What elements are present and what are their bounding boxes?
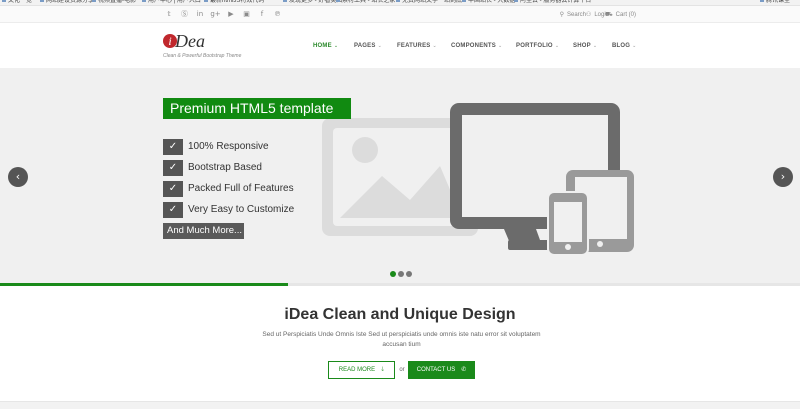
section-title: iDea Clean and Unique Design bbox=[284, 306, 516, 323]
phone-icon bbox=[547, 191, 589, 256]
chevron-down-icon: ⌄ bbox=[592, 43, 598, 49]
pinterest-icon[interactable]: ℗ bbox=[272, 9, 284, 20]
slide-dot[interactable] bbox=[398, 271, 404, 277]
nav-item-shop[interactable]: SHOP ⌄ bbox=[573, 41, 597, 51]
prev-slide-button[interactable]: ‹ bbox=[8, 167, 28, 187]
section-text: Sed ut Perspiciatis Unde Omnis Iste Sed … bbox=[262, 331, 541, 348]
check-icon: ✓ bbox=[163, 181, 183, 197]
check-icon: ✓ bbox=[163, 160, 183, 176]
contact-label: CONTACT US bbox=[416, 367, 456, 373]
slider-progress-fill bbox=[0, 283, 288, 286]
next-section-edge bbox=[0, 401, 800, 409]
next-slide-button[interactable]: › bbox=[773, 167, 793, 187]
nav-label: SHOP bbox=[573, 43, 591, 49]
devices-illustration bbox=[322, 103, 634, 256]
site-header: i Dea Clean & Powerful Bootstrap Theme H… bbox=[0, 23, 800, 68]
feature-label: 100% Responsive bbox=[188, 141, 269, 152]
check-icon: ✓ bbox=[163, 202, 183, 218]
nav-item-blog[interactable]: BLOG ⌄ bbox=[612, 41, 637, 51]
slide-dot[interactable] bbox=[406, 271, 412, 277]
skype-icon[interactable]: Ⓢ bbox=[179, 9, 191, 20]
bookmark-item[interactable]: 中国站长 - 大数据 bbox=[462, 0, 515, 5]
chevron-down-icon: ⌄ bbox=[333, 43, 339, 49]
search-icon: ⚲ bbox=[559, 11, 564, 18]
nav-label: HOME bbox=[313, 43, 332, 49]
cart-link[interactable]: ⛟ Cart (0) bbox=[605, 9, 636, 21]
read-more-button[interactable]: READ MORE 🡓 bbox=[328, 361, 395, 379]
bookmark-item[interactable]: 腾讯课堂 bbox=[760, 0, 790, 5]
read-more-label: READ MORE bbox=[338, 367, 376, 373]
bookmark-item[interactable]: 发现更多 - 好看美图 bbox=[283, 0, 342, 5]
nav-item-features[interactable]: FEATURES ⌄ bbox=[397, 41, 437, 51]
linkedin-icon[interactable]: in bbox=[194, 9, 206, 20]
bookmark-item[interactable]: 文化一览 bbox=[2, 0, 32, 5]
nav-label: PAGES bbox=[354, 43, 376, 49]
logo-tagline: Clean & Powerful Bootstrap Theme bbox=[163, 53, 242, 59]
flickr-icon[interactable]: ▣ bbox=[241, 9, 253, 20]
top-bar: 𝕥 Ⓢin g+ ▶ ▣ f ℗ ⚲ Search ⚇ Login ⛟ Cart (0) bbox=[0, 6, 800, 23]
chevron-down-icon: ⌄ bbox=[554, 43, 560, 49]
contact-us-button[interactable]: CONTACT US ✆ bbox=[408, 361, 475, 379]
slide-dot[interactable] bbox=[390, 271, 396, 277]
or-label: or bbox=[399, 367, 405, 373]
check-icon: ✓ bbox=[163, 139, 183, 155]
nav-item-pages[interactable]: PAGES ⌄ bbox=[354, 41, 382, 51]
nav-label: FEATURES bbox=[397, 43, 431, 49]
search-label: Search bbox=[566, 12, 586, 18]
site-logo[interactable]: i Dea Clean & Powerful Bootstrap Theme bbox=[163, 31, 253, 62]
nav-label: COMPONENTS bbox=[451, 43, 497, 49]
chevron-down-icon: ⌄ bbox=[377, 43, 382, 49]
feature-label: Packed Full of Features bbox=[188, 183, 294, 194]
twitter-icon[interactable]: 𝕥 bbox=[163, 9, 175, 20]
bookmark-item[interactable]: 最新htmlJS特效代码 bbox=[204, 0, 264, 5]
google-plus-icon[interactable]: g+ bbox=[210, 9, 222, 20]
feature-label: Bootstrap Based bbox=[188, 162, 262, 173]
nav-label: BLOG bbox=[612, 43, 631, 49]
feature-label: Very Easy to Customize bbox=[188, 204, 295, 215]
slider-progress-bar bbox=[0, 283, 800, 286]
nav-item-portfolio[interactable]: PORTFOLIO ⌄ bbox=[516, 41, 559, 51]
chevron-down-icon: ⌄ bbox=[632, 43, 637, 49]
facebook-icon[interactable]: f bbox=[256, 9, 268, 20]
youtube-icon[interactable]: ▶ bbox=[225, 9, 237, 20]
nav-item-components[interactable]: COMPONENTS ⌄ bbox=[451, 41, 502, 51]
phone-icon: ✆ bbox=[461, 366, 467, 373]
bookmark-item[interactable]: 网站建设资源分享 bbox=[40, 0, 94, 5]
bookmark-item[interactable]: 阿里云 - 服务器云计算平台 bbox=[514, 0, 591, 5]
hero-slider: Premium HTML5 template ✓ 100% Responsive ✓… bbox=[0, 68, 800, 285]
bookmark-item[interactable]: 素材工具 - 站长之家 bbox=[336, 0, 395, 5]
chevron-down-icon: ⌄ bbox=[432, 43, 437, 49]
bookmark-item[interactable]: 用户中心 | 用户入口 bbox=[142, 0, 201, 5]
chevron-down-icon: ⌄ bbox=[498, 43, 503, 49]
bookmark-item[interactable]: 视频直播-电影 bbox=[92, 0, 136, 5]
cart-label: Cart (0) bbox=[615, 12, 636, 18]
cart-icon: ⛟ bbox=[605, 11, 613, 18]
download-icon: 🡓 bbox=[381, 366, 385, 373]
bookmark-item[interactable]: 免费网站文字一站到底 bbox=[396, 0, 462, 5]
search-link[interactable]: ⚲ Search bbox=[560, 9, 586, 21]
nav-label: PORTFOLIO bbox=[516, 43, 553, 49]
slide-title: Premium HTML5 template bbox=[163, 98, 351, 119]
logo-word: Dea bbox=[175, 31, 205, 51]
nav-item-home[interactable]: HOME ⌄ bbox=[313, 41, 338, 51]
user-icon: ⚇ bbox=[585, 11, 592, 18]
and-much-more-button[interactable]: And Much More... bbox=[163, 223, 244, 239]
